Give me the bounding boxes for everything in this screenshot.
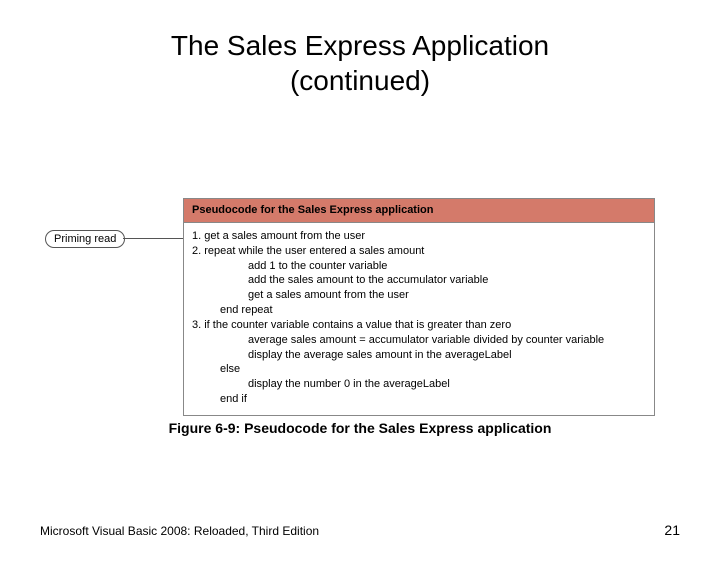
pseudocode-line: 1. get a sales amount from the user (192, 229, 646, 244)
pseudocode-line: display the number 0 in the averageLabel (192, 377, 646, 392)
pseudocode-box: Pseudocode for the Sales Express applica… (183, 198, 655, 416)
pseudocode-line: end if (192, 392, 646, 407)
callout-connector (123, 238, 183, 239)
pseudocode-line: end repeat (192, 303, 646, 318)
slide-title: The Sales Express Application (continued… (0, 28, 720, 98)
footer-text: Microsoft Visual Basic 2008: Reloaded, T… (40, 524, 319, 538)
title-line-1: The Sales Express Application (171, 30, 549, 61)
pseudocode-line: display the average sales amount in the … (192, 348, 646, 363)
pseudocode-line: get a sales amount from the user (192, 288, 646, 303)
figure-caption: Figure 6-9: Pseudocode for the Sales Exp… (0, 420, 720, 436)
slide: The Sales Express Application (continued… (0, 28, 720, 568)
pseudocode-line: add the sales amount to the accumulator … (192, 273, 646, 288)
pseudocode-line: 2. repeat while the user entered a sales… (192, 244, 646, 259)
title-line-2: (continued) (290, 65, 430, 96)
page-number: 21 (664, 522, 680, 538)
pseudocode-line: 3. if the counter variable contains a va… (192, 318, 646, 333)
callout-priming-read: Priming read (45, 230, 125, 248)
pseudocode-line: else (192, 362, 646, 377)
pseudocode-body: 1. get a sales amount from the user 2. r… (184, 223, 654, 415)
pseudocode-line: average sales amount = accumulator varia… (192, 333, 646, 348)
pseudocode-line: add 1 to the counter variable (192, 259, 646, 274)
pseudocode-header: Pseudocode for the Sales Express applica… (184, 199, 654, 223)
